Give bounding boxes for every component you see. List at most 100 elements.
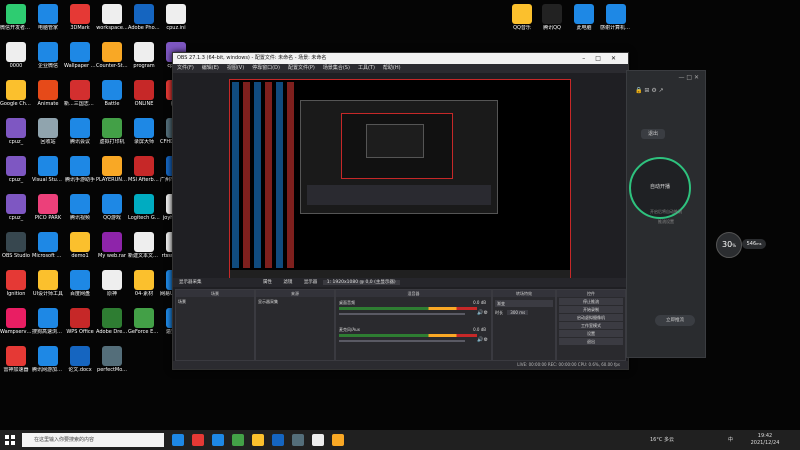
sources-dock[interactable]: 来源 显示器采集 bbox=[255, 289, 335, 361]
desktop-icon[interactable]: UI设计师工具 bbox=[32, 270, 64, 297]
desktop-icon[interactable]: demo1 bbox=[64, 232, 96, 259]
desktop-icon[interactable]: 腾讯视频 bbox=[64, 194, 96, 221]
desktop-icon[interactable]: 原神 bbox=[96, 270, 128, 297]
menu-item[interactable]: 帮助(H) bbox=[383, 65, 401, 71]
control-button[interactable]: 开始录制 bbox=[559, 306, 623, 313]
desktop-icon[interactable]: 0000 bbox=[0, 42, 32, 69]
desktop-icon[interactable]: PICO PARK bbox=[32, 194, 64, 221]
desktop-icon[interactable]: 新建文本文档.txt bbox=[128, 232, 160, 259]
desktop-icon[interactable]: 腾讯会议 bbox=[64, 118, 96, 145]
taskbar-app-icon[interactable] bbox=[292, 434, 304, 446]
taskbar-app-icon[interactable] bbox=[252, 434, 264, 446]
desktop-icon[interactable]: MSI Afterburner bbox=[128, 156, 160, 183]
desktop-icon[interactable]: 新...三国志双击 bbox=[64, 80, 96, 107]
taskbar-app-icon[interactable] bbox=[172, 434, 184, 446]
speaker-icon[interactable]: 🔊⚙ bbox=[477, 310, 488, 316]
window-controls[interactable]: –□✕ bbox=[582, 53, 626, 64]
desktop-icon[interactable]: cpuz.ini bbox=[160, 4, 192, 31]
menu-item[interactable]: 停靠窗口(D) bbox=[252, 65, 280, 71]
desktop-icon[interactable]: 论文.docx bbox=[64, 346, 96, 373]
desktop-icon[interactable]: OBS Studio bbox=[0, 232, 32, 259]
panel-toolbar-icons[interactable]: 🔒 ⊞ ⚙ ↗ bbox=[627, 85, 705, 97]
scene-item[interactable]: 场景 bbox=[176, 297, 254, 307]
scenes-dock[interactable]: 场景 场景 bbox=[175, 289, 255, 361]
menu-item[interactable]: 场景集合(S) bbox=[323, 65, 350, 71]
speaker-icon[interactable]: 🔊⚙ bbox=[477, 337, 488, 343]
desktop-icon[interactable]: 3DMark bbox=[64, 4, 96, 31]
desktop-icon[interactable]: Wallpaper Engine ... bbox=[64, 42, 96, 69]
weather-widget[interactable]: 16°C 多云 bbox=[650, 430, 674, 450]
desktop-icon[interactable]: My web.rar bbox=[96, 232, 128, 259]
taskbar-app-icon[interactable] bbox=[312, 434, 324, 446]
start-windows-icon[interactable] bbox=[5, 435, 15, 445]
desktop-icon[interactable]: 04-素材 bbox=[128, 270, 160, 297]
desktop-icon[interactable]: Ignition bbox=[0, 270, 32, 297]
transitions-dock[interactable]: 转场特效 渐变 时长 300 ms bbox=[492, 289, 556, 361]
desktop-icon[interactable]: perfectMo... bbox=[96, 346, 128, 373]
desktop-icon[interactable]: cpuz_ bbox=[0, 118, 32, 145]
desktop-icon[interactable]: Counter-Strike Global Off... bbox=[96, 42, 128, 69]
desktop-icon[interactable]: Visual Studio Code bbox=[32, 156, 64, 183]
desktop-icon[interactable]: program bbox=[128, 42, 160, 69]
perf-widget[interactable]: 30% 546ms bbox=[716, 232, 766, 258]
desktop-icon[interactable]: Adobe Dreamwe... bbox=[96, 308, 128, 335]
desktop-icon[interactable]: 微信开发者工具 bbox=[0, 4, 32, 31]
menu-item[interactable]: 配置文件(P) bbox=[288, 65, 315, 71]
desktop-icon[interactable]: 回收站 bbox=[32, 118, 64, 145]
ime-indicator[interactable]: 中 bbox=[728, 430, 733, 450]
desktop-icon[interactable]: 腾讯手游助手 bbox=[64, 156, 96, 183]
obs-window[interactable]: OBS 27.1.3 (64-bit, windows) - 配置文件: 未命名… bbox=[172, 52, 629, 370]
desktop-icon[interactable]: 此电脑 bbox=[568, 4, 600, 31]
desktop-icon[interactable]: QQ音乐 bbox=[506, 4, 538, 31]
source-item[interactable]: 显示器采集 bbox=[256, 297, 334, 307]
desktop-icon[interactable]: QQ游戏 bbox=[96, 194, 128, 221]
live-assistant-panel[interactable]: — □ ✕ 🔒 ⊞ ⚙ ↗ 退出 自动开播 开启后将自动推流 推流设置 立即推流 bbox=[626, 70, 706, 358]
desktop-icon[interactable]: Wampserver64 bbox=[0, 308, 32, 335]
desktop-icon[interactable]: WPS Office bbox=[64, 308, 96, 335]
obs-titlebar[interactable]: OBS 27.1.3 (64-bit, windows) - 配置文件: 未命名… bbox=[173, 53, 628, 64]
desktop-icon[interactable]: 百度网盘 bbox=[64, 270, 96, 297]
taskbar-app-icon[interactable] bbox=[212, 434, 224, 446]
properties-button[interactable]: 属性 bbox=[263, 280, 272, 285]
desktop-icon[interactable]: 企业微信 bbox=[32, 42, 64, 69]
desktop-icon[interactable]: cpuz_ bbox=[0, 194, 32, 221]
desktop-icon[interactable]: 雷神加速器 bbox=[0, 346, 32, 373]
desktop-icon[interactable]: 腾讯QQ bbox=[536, 4, 568, 31]
panel-titlebar[interactable]: — □ ✕ bbox=[627, 71, 705, 85]
obs-preview[interactable] bbox=[229, 79, 571, 279]
mixer-dock[interactable]: 混音器 桌面音频 0.0 dB 🔊⚙ 麦克风/Aux 0.0 dB 🔊⚙ bbox=[335, 289, 492, 361]
menu-item[interactable]: 视图(V) bbox=[227, 65, 244, 71]
desktop-icon[interactable]: 虚拟打印机 bbox=[96, 118, 128, 145]
taskbar-app-icon[interactable] bbox=[332, 434, 344, 446]
filters-button[interactable]: 滤镜 bbox=[283, 280, 292, 285]
desktop-icon[interactable]: workspace... bbox=[96, 4, 128, 31]
duration-input[interactable]: 300 ms bbox=[507, 310, 529, 315]
taskbar-app-icon[interactable] bbox=[272, 434, 284, 446]
desktop-icon[interactable]: Animate bbox=[32, 80, 64, 107]
desktop-icon[interactable]: 搜狗高速浏览器 bbox=[32, 308, 64, 335]
desktop-icon[interactable]: GeForce Experience bbox=[128, 308, 160, 335]
control-button[interactable]: 设置 bbox=[559, 330, 623, 337]
taskbar-search-input[interactable]: 在这里输入你要搜索的内容 bbox=[22, 433, 164, 447]
menu-item[interactable]: 工具(T) bbox=[358, 65, 375, 71]
desktop-icon[interactable]: Logitech G HUB bbox=[128, 194, 160, 221]
desktop-icon[interactable]: 感谢计算机平台 bbox=[600, 4, 632, 31]
desktop-icon[interactable]: cpuz_ bbox=[0, 156, 32, 183]
desktop-icon[interactable]: 电脑管家 bbox=[32, 4, 64, 31]
taskbar-app-icon[interactable] bbox=[232, 434, 244, 446]
desktop-icon[interactable]: Adobe Photosho... bbox=[128, 4, 160, 31]
start-stream-button[interactable]: 立即推流 bbox=[655, 315, 695, 326]
controls-dock[interactable]: 控件 停止推流 开始录制 启动虚拟摄像机 工作室模式 设置 退出 bbox=[556, 289, 626, 361]
control-button[interactable]: 启动虚拟摄像机 bbox=[559, 314, 623, 321]
control-button[interactable]: 退出 bbox=[559, 338, 623, 345]
desktop-icon[interactable]: Battle bbox=[96, 80, 128, 107]
desktop-icon[interactable]: Microsoft Edge bbox=[32, 232, 64, 259]
taskbar-app-icon[interactable] bbox=[192, 434, 204, 446]
desktop-icon[interactable]: 录屏大师 bbox=[128, 118, 160, 145]
display-select[interactable]: 1: 1920x1080 @ 0,0 (主显示器) bbox=[322, 280, 400, 285]
control-button[interactable]: 停止推流 bbox=[559, 298, 623, 305]
volume-slider[interactable] bbox=[339, 313, 465, 315]
desktop-icon[interactable]: 腾讯网游加速器 bbox=[32, 346, 64, 373]
volume-slider[interactable] bbox=[339, 340, 465, 342]
transition-select[interactable]: 渐变 bbox=[495, 300, 553, 307]
